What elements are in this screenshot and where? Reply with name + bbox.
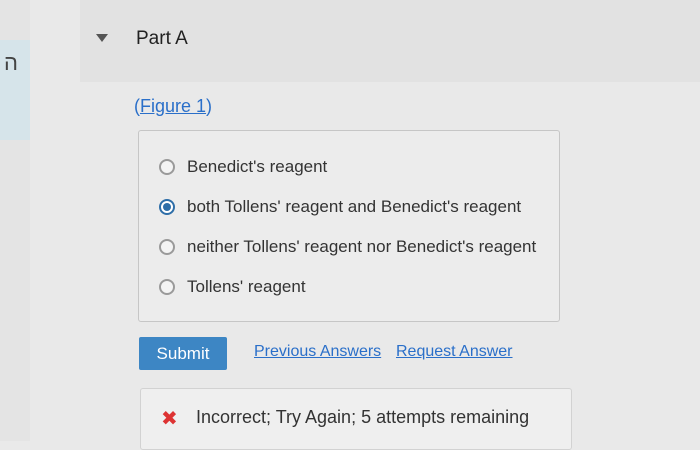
previous-answers-link[interactable]: Previous Answers <box>254 343 381 361</box>
figure-link[interactable]: (Figure 1) <box>134 96 212 117</box>
radio-button[interactable] <box>159 279 175 295</box>
radio-button[interactable] <box>159 159 175 175</box>
feedback-text: Incorrect; Try Again; 5 attempts remaini… <box>196 407 530 427</box>
radio-button-selected[interactable] <box>159 199 175 215</box>
x-icon: ✖ <box>161 408 178 430</box>
left-edge-glyph: ה <box>4 50 18 75</box>
option-label: Tollens' reagent <box>187 277 306 296</box>
option-label: Benedict's reagent <box>187 157 328 176</box>
collapse-arrow-icon[interactable] <box>96 34 108 42</box>
answer-options: Benedict's reagent both Tollens' reagent… <box>138 130 560 322</box>
request-answer-link[interactable]: Request Answer <box>396 343 513 361</box>
option-label: both Tollens' reagent and Benedict's rea… <box>187 197 522 216</box>
figure-link-label[interactable]: Figure 1 <box>140 96 206 116</box>
figure-close-paren: ) <box>206 96 213 116</box>
radio-button[interactable] <box>159 239 175 255</box>
option-label: neither Tollens' reagent nor Benedict's … <box>187 237 537 256</box>
part-title: Part A <box>136 28 188 49</box>
submit-button[interactable]: Submit <box>139 337 227 370</box>
